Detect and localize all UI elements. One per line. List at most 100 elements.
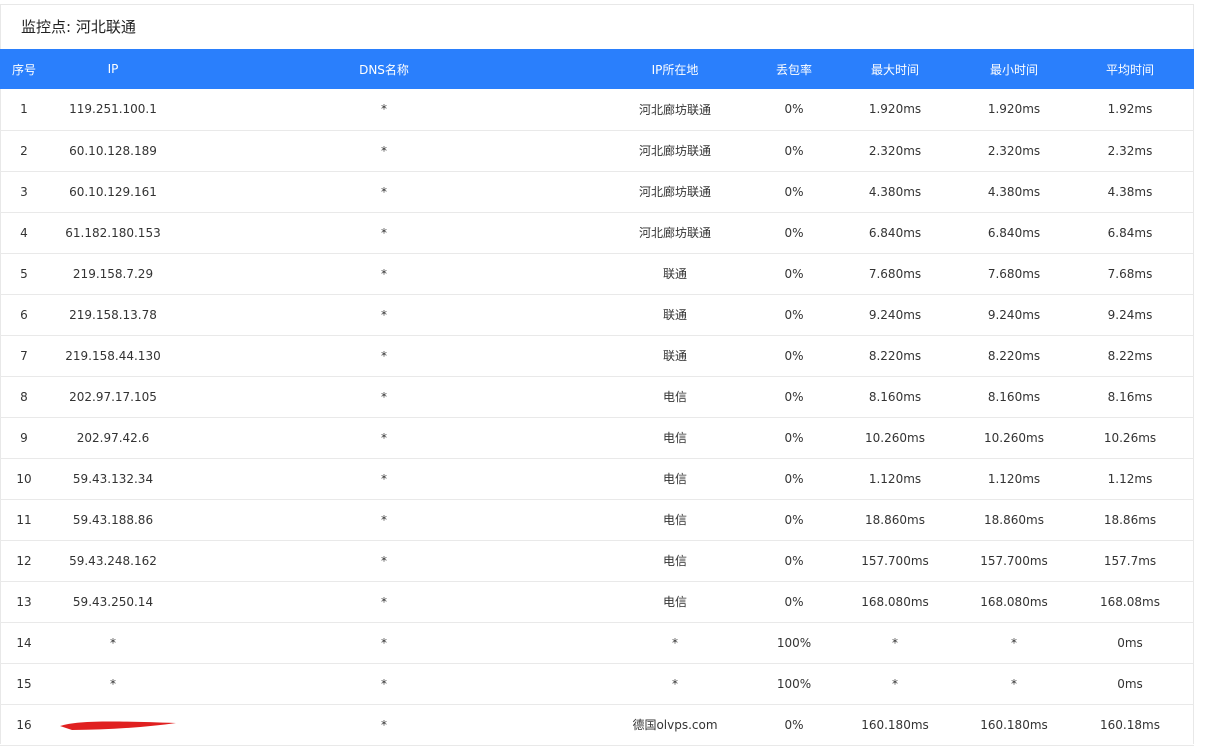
cell-loss: 100% [776,676,812,691]
cell-avg-time: 6.84ms [1107,225,1153,240]
cell-index: 10 [16,471,32,486]
table-header-row: 序号 IP DNS名称 IP所在地 丢包率 最大时间 最小时间 平均时间 [0,49,1194,89]
cell-max-time: 18.860ms [865,512,925,527]
cell-max-time: 10.260ms [865,430,925,445]
cell-loss: 100% [776,635,812,650]
cell-dns: * [381,389,387,404]
cell-avg-time: 0ms [1117,635,1143,650]
cell-avg-time: 18.86ms [1103,512,1157,527]
cell-loss: 0% [784,512,804,527]
cell-dns: * [381,266,387,281]
cell-dns: * [381,102,387,117]
redacted-ip-mark [58,718,176,732]
cell-dns: * [381,225,387,240]
header-loss: 丢包率 [775,62,812,77]
cell-max-time: 7.680ms [868,266,922,281]
table-row: 6 219.158.13.78 * 联通 0% 9.240ms 9.240ms 9.24ms [0,294,1194,335]
cell-index: 15 [16,676,32,691]
traceroute-table: 序号 IP DNS名称 IP所在地 丢包率 最大时间 最小时间 平均时间 1 1 1… [0,49,1194,746]
cell-index: 7 [20,348,28,363]
cell-dns: * [381,348,387,363]
table-body: 1 119.251.100.1 * 河北廊坊联通 0% 1.920ms 1.920ms 1.9… [0,89,1194,745]
cell-loss: 0% [784,430,804,445]
cell-loss: 0% [784,143,804,158]
cell-max-time: * [892,676,898,691]
cell-avg-time: 168.08ms [1100,594,1160,609]
cell-avg-time: 8.22ms [1107,348,1153,363]
cell-location: 德国olvps.com [632,718,718,732]
cell-max-time: 157.700ms [861,553,929,568]
cell-dns: * [381,143,387,158]
cell-ip: 119.251.100.1 [69,102,157,117]
cell-location: 联通 [662,349,687,363]
cell-min-time: 10.260ms [984,430,1044,445]
cell-dns: * [381,307,387,322]
cell-min-time: * [1011,635,1017,650]
cell-index: 9 [20,430,28,445]
cell-loss: 0% [784,307,804,322]
cell-location: 河北廊坊联通 [638,102,711,117]
cell-avg-time: 1.12ms [1107,471,1153,486]
cell-min-time: 6.840ms [987,225,1041,240]
monitor-panel: 监控点: 河北联通 序号 IP DNS名称 IP所在地 丢包率 最大时间 最小时… [0,4,1194,746]
cell-max-time: 8.220ms [868,348,922,363]
cell-index: 8 [20,389,28,404]
table-row: 11 59.43.188.86 * 电信 0% 18.860ms 18.860ms 18.86… [0,499,1194,540]
cell-ip: 60.10.129.161 [69,184,157,199]
table-row: 7 219.158.44.130 * 联通 0% 8.220ms 8.220ms 8.22ms [0,335,1194,376]
cell-dns: * [381,471,387,486]
cell-max-time: 168.080ms [861,594,929,609]
header-max-time: 最大时间 [870,62,919,77]
cell-ip: 219.158.7.29 [72,266,154,281]
cell-min-time: 18.860ms [984,512,1044,527]
cell-max-time: 6.840ms [868,225,922,240]
cell-ip: 219.158.13.78 [69,307,157,322]
cell-location: 河北廊坊联通 [638,185,711,199]
cell-min-time: 8.220ms [987,348,1041,363]
table-row: 9 202.97.42.6 * 电信 0% 10.260ms 10.260ms 10.26ms [0,417,1194,458]
cell-min-time: 160.180ms [980,717,1048,732]
cell-index: 13 [16,594,32,609]
cell-ip: 59.43.250.14 [72,594,154,609]
table-row: 12 59.43.248.162 * 电信 0% 157.700ms 157.700ms 15… [0,540,1194,581]
table-row: 8 202.97.17.105 * 电信 0% 8.160ms 8.160ms 8.16ms [0,376,1194,417]
cell-ip: 202.97.42.6 [76,430,150,445]
cell-location: 联通 [662,308,687,322]
cell-loss: 0% [784,348,804,363]
cell-location: 电信 [662,554,687,568]
cell-location: 电信 [662,431,687,445]
cell-min-time: 157.700ms [980,553,1048,568]
panel-title: 监控点: 河北联通 [21,18,136,36]
cell-dns: * [381,184,387,199]
cell-index: 14 [16,635,32,650]
cell-ip: 61.182.180.153 [65,225,161,240]
cell-ip: 202.97.17.105 [69,389,157,404]
cell-avg-time: 8.16ms [1107,389,1153,404]
table-row: 16 * 德国olvps.com 0% 160.180ms 160.180ms 160.18… [0,704,1194,745]
cell-loss: 0% [784,225,804,240]
cell-location: 电信 [662,513,687,527]
cell-min-time: 4.380ms [987,184,1041,199]
cell-ip: 59.43.248.162 [69,553,157,568]
table-row: 13 59.43.250.14 * 电信 0% 168.080ms 168.080ms 168… [0,581,1194,622]
cell-index: 11 [16,512,32,527]
cell-index: 12 [16,553,32,568]
cell-min-time: * [1011,676,1017,691]
cell-index: 6 [20,307,28,322]
cell-min-time: 2.320ms [987,143,1041,158]
cell-loss: 0% [784,266,804,281]
cell-location: 联通 [662,267,687,281]
cell-max-time: 9.240ms [868,307,922,322]
cell-location: * [672,676,678,691]
cell-loss: 0% [784,184,804,199]
table-row: 15 * * * 100% * * 0ms [0,663,1194,704]
cell-dns: * [381,635,387,650]
cell-location: 电信 [662,390,687,404]
cell-index: 2 [20,143,28,158]
header-index: 序号 [11,62,36,77]
cell-dns: * [381,594,387,609]
cell-location: 河北廊坊联通 [638,226,711,240]
cell-max-time: 2.320ms [868,143,922,158]
cell-dns: * [381,430,387,445]
cell-index: 16 [16,717,32,732]
